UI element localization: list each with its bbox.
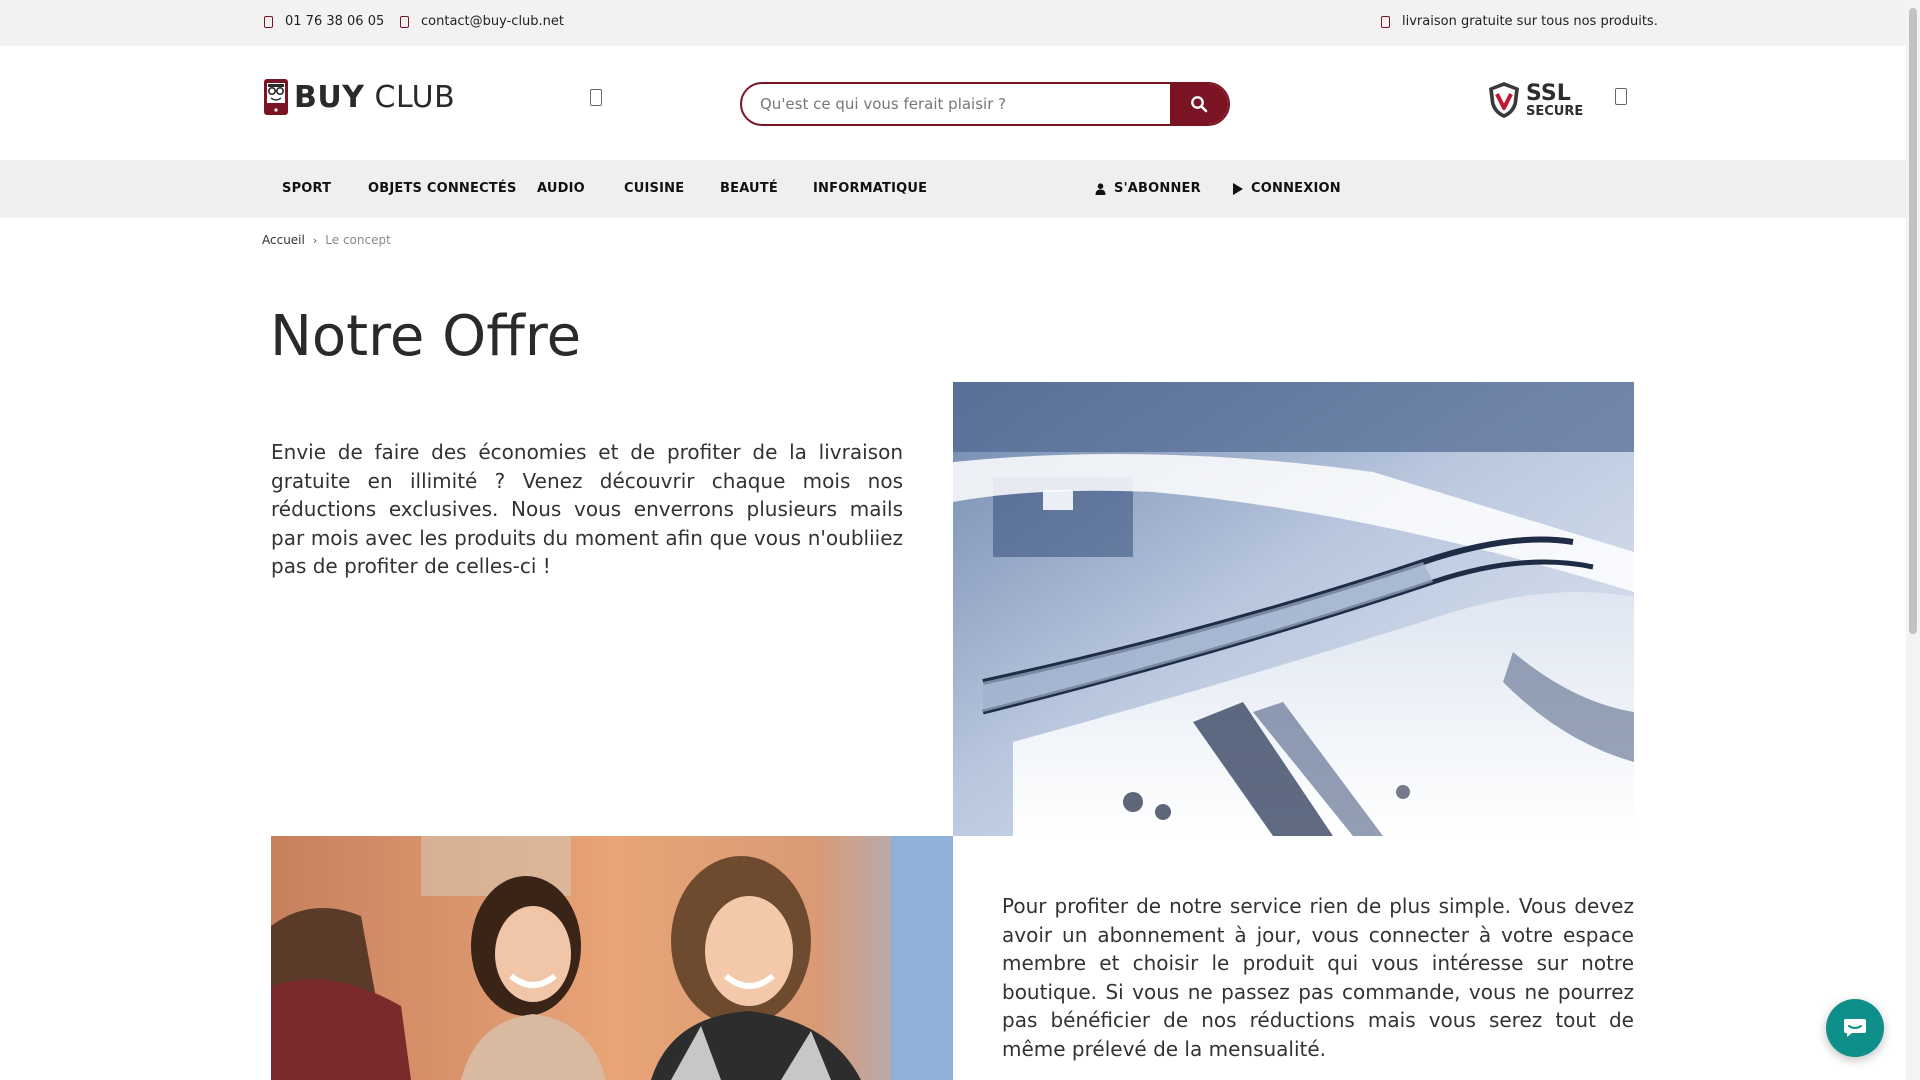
truck-icon	[1381, 15, 1390, 28]
shipping-info: livraison gratuite sur tous nos produits…	[1381, 14, 1658, 29]
shield-icon	[1489, 82, 1519, 118]
chevron-right-icon: ›	[312, 233, 318, 247]
nav-item-sport[interactable]: SPORT	[282, 181, 331, 196]
main-nav: SPORT OBJETS CONNECTÉS AUDIO CUISINE BEA…	[0, 160, 1906, 218]
play-icon	[1233, 182, 1243, 195]
smiling-friends-image	[271, 836, 953, 1080]
ssl-badge: SSL SECURE	[1486, 80, 1583, 120]
breadcrumb-current: Le concept	[325, 233, 391, 247]
mail-icon	[400, 15, 409, 28]
offer-paragraph-2: Pour profiter de notre service rien de p…	[1002, 894, 1634, 1061]
logo-text-light: CLUB	[374, 79, 456, 115]
search-bar	[740, 82, 1230, 126]
search-button[interactable]	[1170, 84, 1228, 124]
phone-number[interactable]: 01 76 38 06 05	[285, 14, 384, 29]
site-logo[interactable]: BUY CLUB	[262, 77, 455, 117]
subscribe-link[interactable]: S'ABONNER	[1095, 181, 1201, 196]
breadcrumb-home[interactable]: Accueil	[262, 233, 305, 247]
nav-item-audio[interactable]: AUDIO	[537, 181, 585, 196]
cart-icon[interactable]	[1615, 88, 1627, 105]
email-address[interactable]: contact@buy-club.net	[421, 14, 564, 29]
login-link[interactable]: CONNEXION	[1233, 181, 1341, 196]
subscribe-label: S'ABONNER	[1114, 181, 1201, 196]
nav-item-informatique[interactable]: INFORMATIQUE	[813, 181, 927, 196]
menu-icon[interactable]	[590, 89, 602, 106]
phone-contact[interactable]: 01 76 38 06 05	[264, 14, 384, 29]
search-input[interactable]	[742, 84, 1170, 124]
ssl-label: SSL	[1526, 80, 1571, 106]
nav-item-cuisine[interactable]: CUISINE	[624, 181, 684, 196]
ssl-sublabel: SECURE	[1526, 103, 1584, 119]
breadcrumb: Accueil › Le concept	[262, 233, 391, 247]
user-icon	[1095, 182, 1106, 195]
scrollbar-thumb[interactable]	[1909, 8, 1917, 634]
email-contact[interactable]: contact@buy-club.net	[400, 14, 564, 29]
shipping-text: livraison gratuite sur tous nos produits…	[1402, 14, 1658, 29]
offer-paragraph-1: Envie de faire des économies et de profi…	[271, 440, 903, 578]
login-label: CONNEXION	[1251, 181, 1341, 196]
top-info-bar: 01 76 38 06 05 contact@buy-club.net livr…	[0, 0, 1906, 46]
nav-item-objets-connectes[interactable]: OBJETS CONNECTÉS	[368, 181, 517, 196]
chat-icon	[1844, 1019, 1866, 1037]
logo-mark-icon	[262, 77, 290, 117]
search-icon	[1191, 96, 1208, 113]
shopping-mall-escalator-image	[953, 382, 1634, 836]
logo-text-bold: BUY	[294, 79, 365, 115]
nav-item-beaute[interactable]: BEAUTÉ	[720, 181, 778, 196]
site-header: BUY CLUB SSL SECURE	[0, 46, 1906, 160]
chat-button[interactable]	[1826, 999, 1884, 1057]
page-scrollbar[interactable]	[1906, 0, 1920, 1080]
phone-icon	[264, 15, 273, 28]
page-title: Notre Offre	[270, 304, 582, 369]
